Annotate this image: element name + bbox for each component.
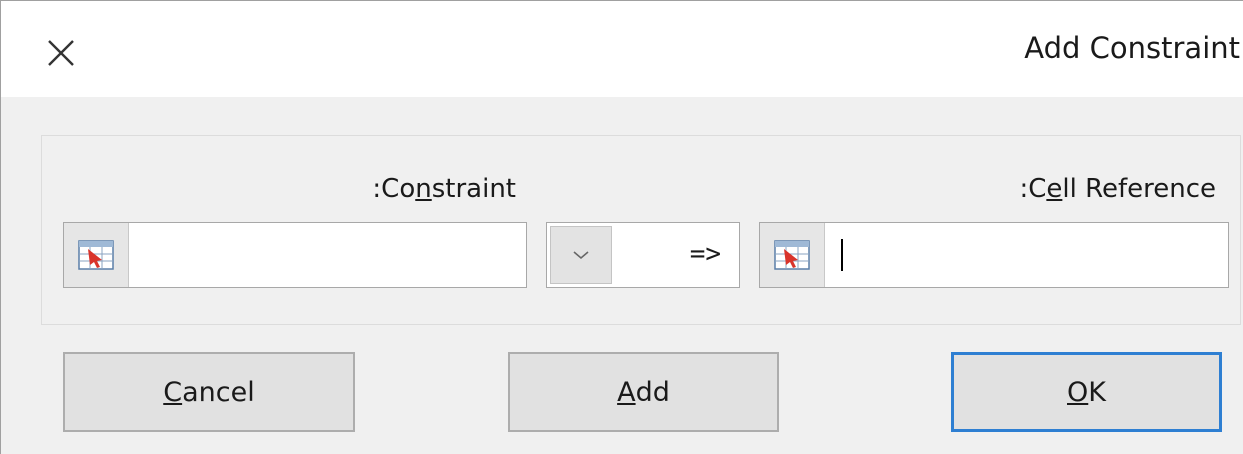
cancel-accel: C	[163, 376, 183, 408]
ok-button[interactable]: OK	[951, 352, 1222, 432]
chevron-down-icon	[573, 251, 589, 260]
constraint-range-select-button[interactable]	[64, 223, 129, 287]
cancel-label: ancel	[182, 376, 255, 408]
text-caret	[841, 239, 843, 271]
title-bar: Add Constraint	[1, 1, 1243, 97]
cell-reference-label: :Cell Reference	[1019, 174, 1216, 204]
cancel-button[interactable]: Cancel	[63, 352, 355, 432]
ok-accel: O	[1067, 376, 1089, 408]
dialog-title: Add Constraint	[1024, 31, 1240, 65]
close-x-icon	[48, 40, 74, 66]
range-select-icon	[774, 240, 810, 270]
operator-value: =>	[689, 239, 721, 269]
add-label: dd	[635, 376, 670, 408]
add-button[interactable]: Add	[508, 352, 779, 432]
ok-label: K	[1088, 376, 1106, 408]
range-select-icon	[78, 240, 114, 270]
constraint-input[interactable]	[130, 223, 524, 287]
add-accel: A	[617, 376, 636, 408]
operator-select[interactable]: =>	[546, 222, 740, 288]
cell-reference-input[interactable]	[826, 223, 1226, 287]
cell-reference-field	[759, 222, 1229, 288]
constraint-label: :Constraint	[372, 174, 516, 204]
cell-reference-range-select-button[interactable]	[760, 223, 825, 287]
close-button[interactable]	[41, 33, 81, 73]
constraint-field	[63, 222, 527, 288]
add-constraint-dialog: Add Constraint :Constraint :Cell Referen…	[0, 0, 1243, 454]
operator-dropdown-button[interactable]	[550, 226, 612, 284]
